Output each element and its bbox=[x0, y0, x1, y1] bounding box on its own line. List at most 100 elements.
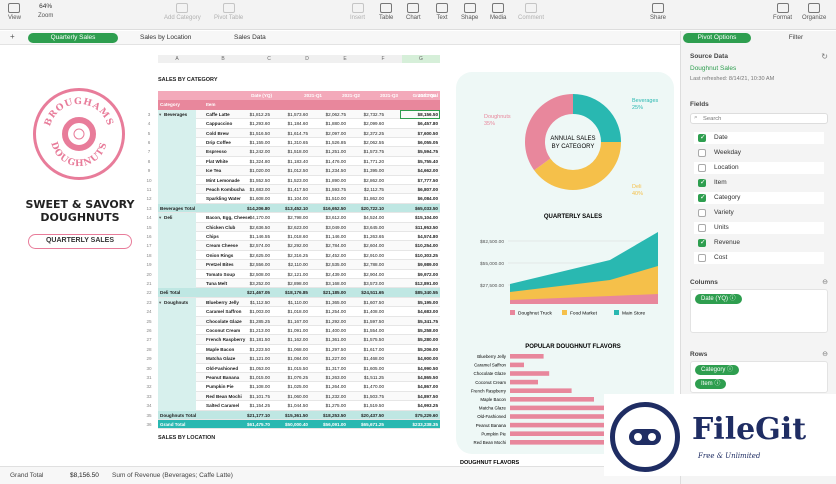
field-checkbox[interactable] bbox=[698, 177, 706, 189]
columns-drop-area[interactable]: Date (YQ) ⓘ bbox=[690, 289, 828, 333]
value-cell[interactable]: $4,683.00 bbox=[402, 309, 438, 314]
sales-by-category-table[interactable]: A B C D E F G SALES BY CATEGORY Date (YQ) 2021-Q1… bbox=[142, 55, 440, 455]
value-cell[interactable]: $11,953.50 bbox=[402, 225, 438, 230]
value-cell[interactable]: $2,904.00 bbox=[348, 272, 384, 277]
field-row-item[interactable]: Item bbox=[694, 177, 824, 189]
value-cell[interactable]: $2,112.75 bbox=[348, 187, 384, 192]
value-cell[interactable]: $3,573.00 bbox=[348, 281, 384, 286]
shape-button[interactable]: Shape bbox=[461, 3, 478, 21]
value-cell[interactable]: $2,574.00 bbox=[234, 243, 270, 248]
category-cell[interactable]: Grand Total bbox=[160, 422, 220, 427]
value-cell[interactable]: $1,297.50 bbox=[310, 347, 346, 352]
value-cell[interactable]: $1,101.75 bbox=[234, 394, 270, 399]
value-cell[interactable]: $1,162.00 bbox=[272, 337, 308, 342]
value-cell[interactable]: $1,593.75 bbox=[310, 187, 346, 192]
value-cell[interactable]: $1,227.00 bbox=[310, 356, 346, 361]
value-cell[interactable]: $1,395.00 bbox=[348, 168, 384, 173]
value-cell[interactable]: $1,146.00 bbox=[310, 234, 346, 239]
share-button[interactable]: Share bbox=[650, 3, 666, 21]
value-cell[interactable]: $1,110.00 bbox=[272, 300, 308, 305]
value-cell[interactable]: $3,049.00 bbox=[310, 225, 346, 230]
value-cell[interactable]: $3,252.00 bbox=[234, 281, 270, 286]
value-cell[interactable]: $18,176.85 bbox=[272, 290, 308, 295]
value-cell[interactable]: $2,910.00 bbox=[348, 253, 384, 258]
value-cell[interactable]: $1,605.00 bbox=[348, 366, 384, 371]
value-cell[interactable]: $2,732.75 bbox=[348, 112, 384, 117]
value-cell[interactable]: $1,361.00 bbox=[310, 337, 346, 342]
value-cell[interactable]: $1,771.20 bbox=[348, 159, 384, 164]
value-cell[interactable]: $4,574.80 bbox=[402, 234, 438, 239]
value-cell[interactable]: $1,112.50 bbox=[234, 300, 270, 305]
value-cell[interactable]: $1,617.00 bbox=[348, 347, 384, 352]
fields-search[interactable]: ⌕ bbox=[690, 113, 828, 124]
value-cell[interactable]: $1,263.65 bbox=[348, 234, 384, 239]
value-cell[interactable]: $1,251.00 bbox=[310, 149, 346, 154]
value-cell[interactable]: $1,526.85 bbox=[310, 140, 346, 145]
value-cell[interactable]: $1,025.00 bbox=[272, 384, 308, 389]
value-cell[interactable]: $4,900.00 bbox=[402, 356, 438, 361]
value-cell[interactable]: $2,439.00 bbox=[310, 272, 346, 277]
table-button[interactable]: Table bbox=[379, 3, 393, 21]
value-cell[interactable]: $1,417.50 bbox=[272, 187, 308, 192]
value-cell[interactable]: $5,341.75 bbox=[402, 319, 438, 324]
value-cell[interactable]: $1,510.00 bbox=[310, 196, 346, 201]
value-cell[interactable]: $1,183.40 bbox=[272, 159, 308, 164]
value-cell[interactable]: $1,012.50 bbox=[272, 168, 308, 173]
value-cell[interactable]: $1,068.00 bbox=[272, 347, 308, 352]
value-cell[interactable]: $2,636.50 bbox=[234, 225, 270, 230]
value-cell[interactable]: $2,316.25 bbox=[272, 253, 308, 258]
value-cell[interactable]: $5,206.00 bbox=[402, 347, 438, 352]
chart-button[interactable]: Chart bbox=[406, 3, 421, 21]
value-cell[interactable]: $2,788.00 bbox=[348, 262, 384, 267]
value-cell[interactable]: $1,167.00 bbox=[272, 319, 308, 324]
value-cell[interactable]: $2,625.00 bbox=[234, 253, 270, 258]
value-cell[interactable]: $1,091.00 bbox=[272, 328, 308, 333]
value-cell[interactable]: $1,862.00 bbox=[348, 196, 384, 201]
value-cell[interactable]: $85,340.55 bbox=[402, 290, 438, 295]
value-cell[interactable]: $15,361.50 bbox=[272, 413, 308, 418]
tab-pivot-options[interactable]: Pivot Options bbox=[683, 33, 751, 43]
value-cell[interactable]: $9,972.00 bbox=[402, 272, 438, 277]
value-cell[interactable]: $2,535.00 bbox=[310, 262, 346, 267]
value-cell[interactable]: $3,168.00 bbox=[310, 281, 346, 286]
column-header[interactable]: G bbox=[402, 55, 440, 63]
value-cell[interactable]: $1,683.00 bbox=[234, 187, 270, 192]
value-cell[interactable]: $2,110.00 bbox=[272, 262, 308, 267]
value-cell[interactable]: $1,575.50 bbox=[348, 337, 384, 342]
value-cell[interactable]: $4,662.00 bbox=[402, 168, 438, 173]
column-header[interactable]: F bbox=[364, 55, 402, 63]
value-cell[interactable]: $20,437.50 bbox=[348, 413, 384, 418]
field-checkbox[interactable] bbox=[698, 224, 706, 232]
value-cell[interactable]: $61,475.70 bbox=[234, 422, 270, 427]
value-cell[interactable]: $20,722.10 bbox=[348, 206, 384, 211]
value-cell[interactable]: $2,862.00 bbox=[348, 178, 384, 183]
value-cell[interactable]: $9,989.00 bbox=[402, 262, 438, 267]
column-header[interactable]: D bbox=[288, 55, 326, 63]
field-checkbox[interactable] bbox=[698, 132, 706, 144]
value-cell[interactable]: $1,503.75 bbox=[348, 394, 384, 399]
value-cell[interactable]: $4,867.00 bbox=[402, 384, 438, 389]
value-cell[interactable]: $1,597.50 bbox=[348, 319, 384, 324]
value-cell[interactable]: $1,516.50 bbox=[234, 131, 270, 136]
value-cell[interactable]: $1,104.00 bbox=[272, 196, 308, 201]
value-cell[interactable]: $2,556.00 bbox=[234, 262, 270, 267]
value-cell[interactable]: $4,897.50 bbox=[402, 394, 438, 399]
value-cell[interactable]: $1,317.00 bbox=[310, 366, 346, 371]
value-cell[interactable]: $14,206.80 bbox=[234, 206, 270, 211]
value-cell[interactable]: $21,467.05 bbox=[234, 290, 270, 295]
field-row-date[interactable]: Date bbox=[694, 132, 824, 144]
comment-button[interactable]: Comment bbox=[518, 3, 544, 21]
value-cell[interactable]: $2,898.00 bbox=[272, 281, 308, 286]
value-cell[interactable]: $1,523.00 bbox=[272, 178, 308, 183]
tab-quarterly-sales[interactable]: Quarterly Sales bbox=[28, 33, 118, 43]
value-cell[interactable]: $1,020.00 bbox=[234, 168, 270, 173]
field-row-variety[interactable]: Variety bbox=[694, 207, 824, 219]
value-cell[interactable]: $1,476.00 bbox=[310, 159, 346, 164]
value-cell[interactable]: $1,223.50 bbox=[234, 347, 270, 352]
category-cell[interactable]: Beverages Total bbox=[160, 206, 220, 211]
rows-pill-item[interactable]: Item ⓘ bbox=[695, 379, 727, 389]
column-header[interactable]: B bbox=[196, 55, 250, 63]
columns-pill-date[interactable]: Date (YQ) ⓘ bbox=[695, 294, 742, 304]
value-cell[interactable]: $7,777.50 bbox=[402, 178, 438, 183]
value-cell[interactable]: $2,452.00 bbox=[310, 253, 346, 258]
